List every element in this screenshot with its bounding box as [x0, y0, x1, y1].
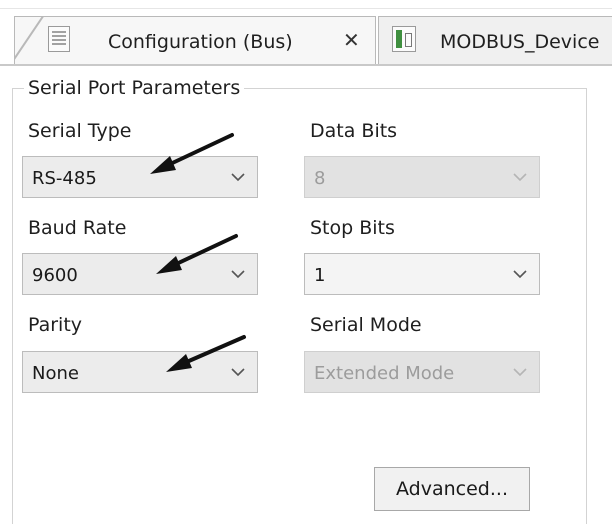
serial-type-value: RS-485: [32, 168, 97, 189]
tab-slant-edge: [14, 16, 44, 64]
chevron-down-icon: [513, 173, 527, 182]
stop-bits-select[interactable]: 1: [304, 253, 540, 295]
baud-rate-value: 9600: [32, 265, 78, 286]
device-icon: [392, 26, 416, 52]
serial-mode-label: Serial Mode: [310, 314, 422, 336]
chevron-down-icon: [513, 368, 527, 377]
data-bits-label: Data Bits: [310, 120, 398, 142]
serial-mode-value: Extended Mode: [314, 363, 455, 384]
chevron-down-icon: [231, 368, 245, 377]
tab-configuration-label: Configuration (Bus): [108, 31, 293, 53]
document-grid-icon: [48, 26, 70, 52]
tab-strip-top-line: [0, 8, 612, 9]
tab-strip: Configuration (Bus) ✕ MODBUS_Device: [0, 0, 612, 66]
baud-rate-label: Baud Rate: [28, 217, 127, 239]
advanced-button[interactable]: Advanced...: [374, 467, 530, 511]
stop-bits-value: 1: [314, 265, 326, 286]
close-icon[interactable]: ✕: [343, 28, 360, 52]
chevron-down-icon: [513, 270, 527, 279]
parity-select[interactable]: None: [22, 351, 258, 393]
data-bits-value: 8: [314, 168, 326, 189]
tab-modbus-device-label: MODBUS_Device: [440, 31, 600, 53]
serial-port-parameters-group: [12, 88, 587, 524]
data-bits-select: 8: [304, 156, 540, 198]
chevron-down-icon: [231, 270, 245, 279]
parity-label: Parity: [28, 314, 83, 336]
chevron-down-icon: [231, 173, 245, 182]
parity-value: None: [32, 363, 79, 384]
tab-strip-baseline: [0, 64, 612, 66]
serial-type-select[interactable]: RS-485: [22, 156, 258, 198]
stop-bits-label: Stop Bits: [310, 217, 395, 239]
baud-rate-select[interactable]: 9600: [22, 253, 258, 295]
group-title: Serial Port Parameters: [24, 77, 245, 99]
serial-type-label: Serial Type: [28, 120, 132, 142]
serial-mode-select: Extended Mode: [304, 351, 540, 393]
